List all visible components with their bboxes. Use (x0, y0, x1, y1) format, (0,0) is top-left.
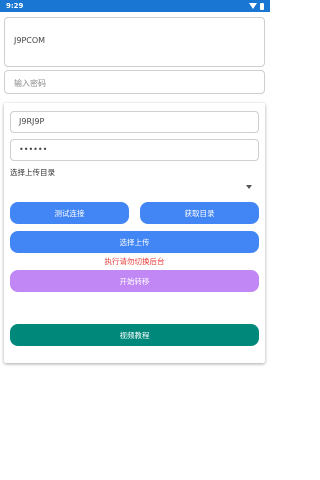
dropdown-arrow-icon[interactable] (246, 185, 252, 189)
settings-panel: J9RJ9P •••••• 选择上传目录 测试连接 获取目录 选择上传 执行请勿… (4, 103, 265, 363)
password-field[interactable]: •••••• (10, 139, 259, 161)
start-transfer-button[interactable]: 开始转移 (10, 270, 259, 292)
battery-icon (260, 2, 264, 10)
status-bar: 9:29 (0, 0, 270, 12)
status-icons (249, 2, 264, 10)
test-connection-button[interactable]: 测试连接 (10, 202, 129, 224)
warning-text: 执行请勿切换后台 (104, 257, 165, 266)
username-input[interactable]: J9RJ9P (10, 111, 259, 133)
get-directory-button[interactable]: 获取目录 (140, 202, 259, 224)
status-time: 9:29 (6, 2, 24, 10)
directory-label: 选择上传目录 (10, 168, 55, 177)
wifi-icon (249, 3, 257, 9)
select-upload-button[interactable]: 选择上传 (10, 231, 259, 253)
video-tutorial-button[interactable]: 视频教程 (10, 324, 259, 346)
password-input[interactable]: 输入密码 (4, 70, 265, 94)
server-input[interactable]: J9PCOM (4, 17, 265, 67)
